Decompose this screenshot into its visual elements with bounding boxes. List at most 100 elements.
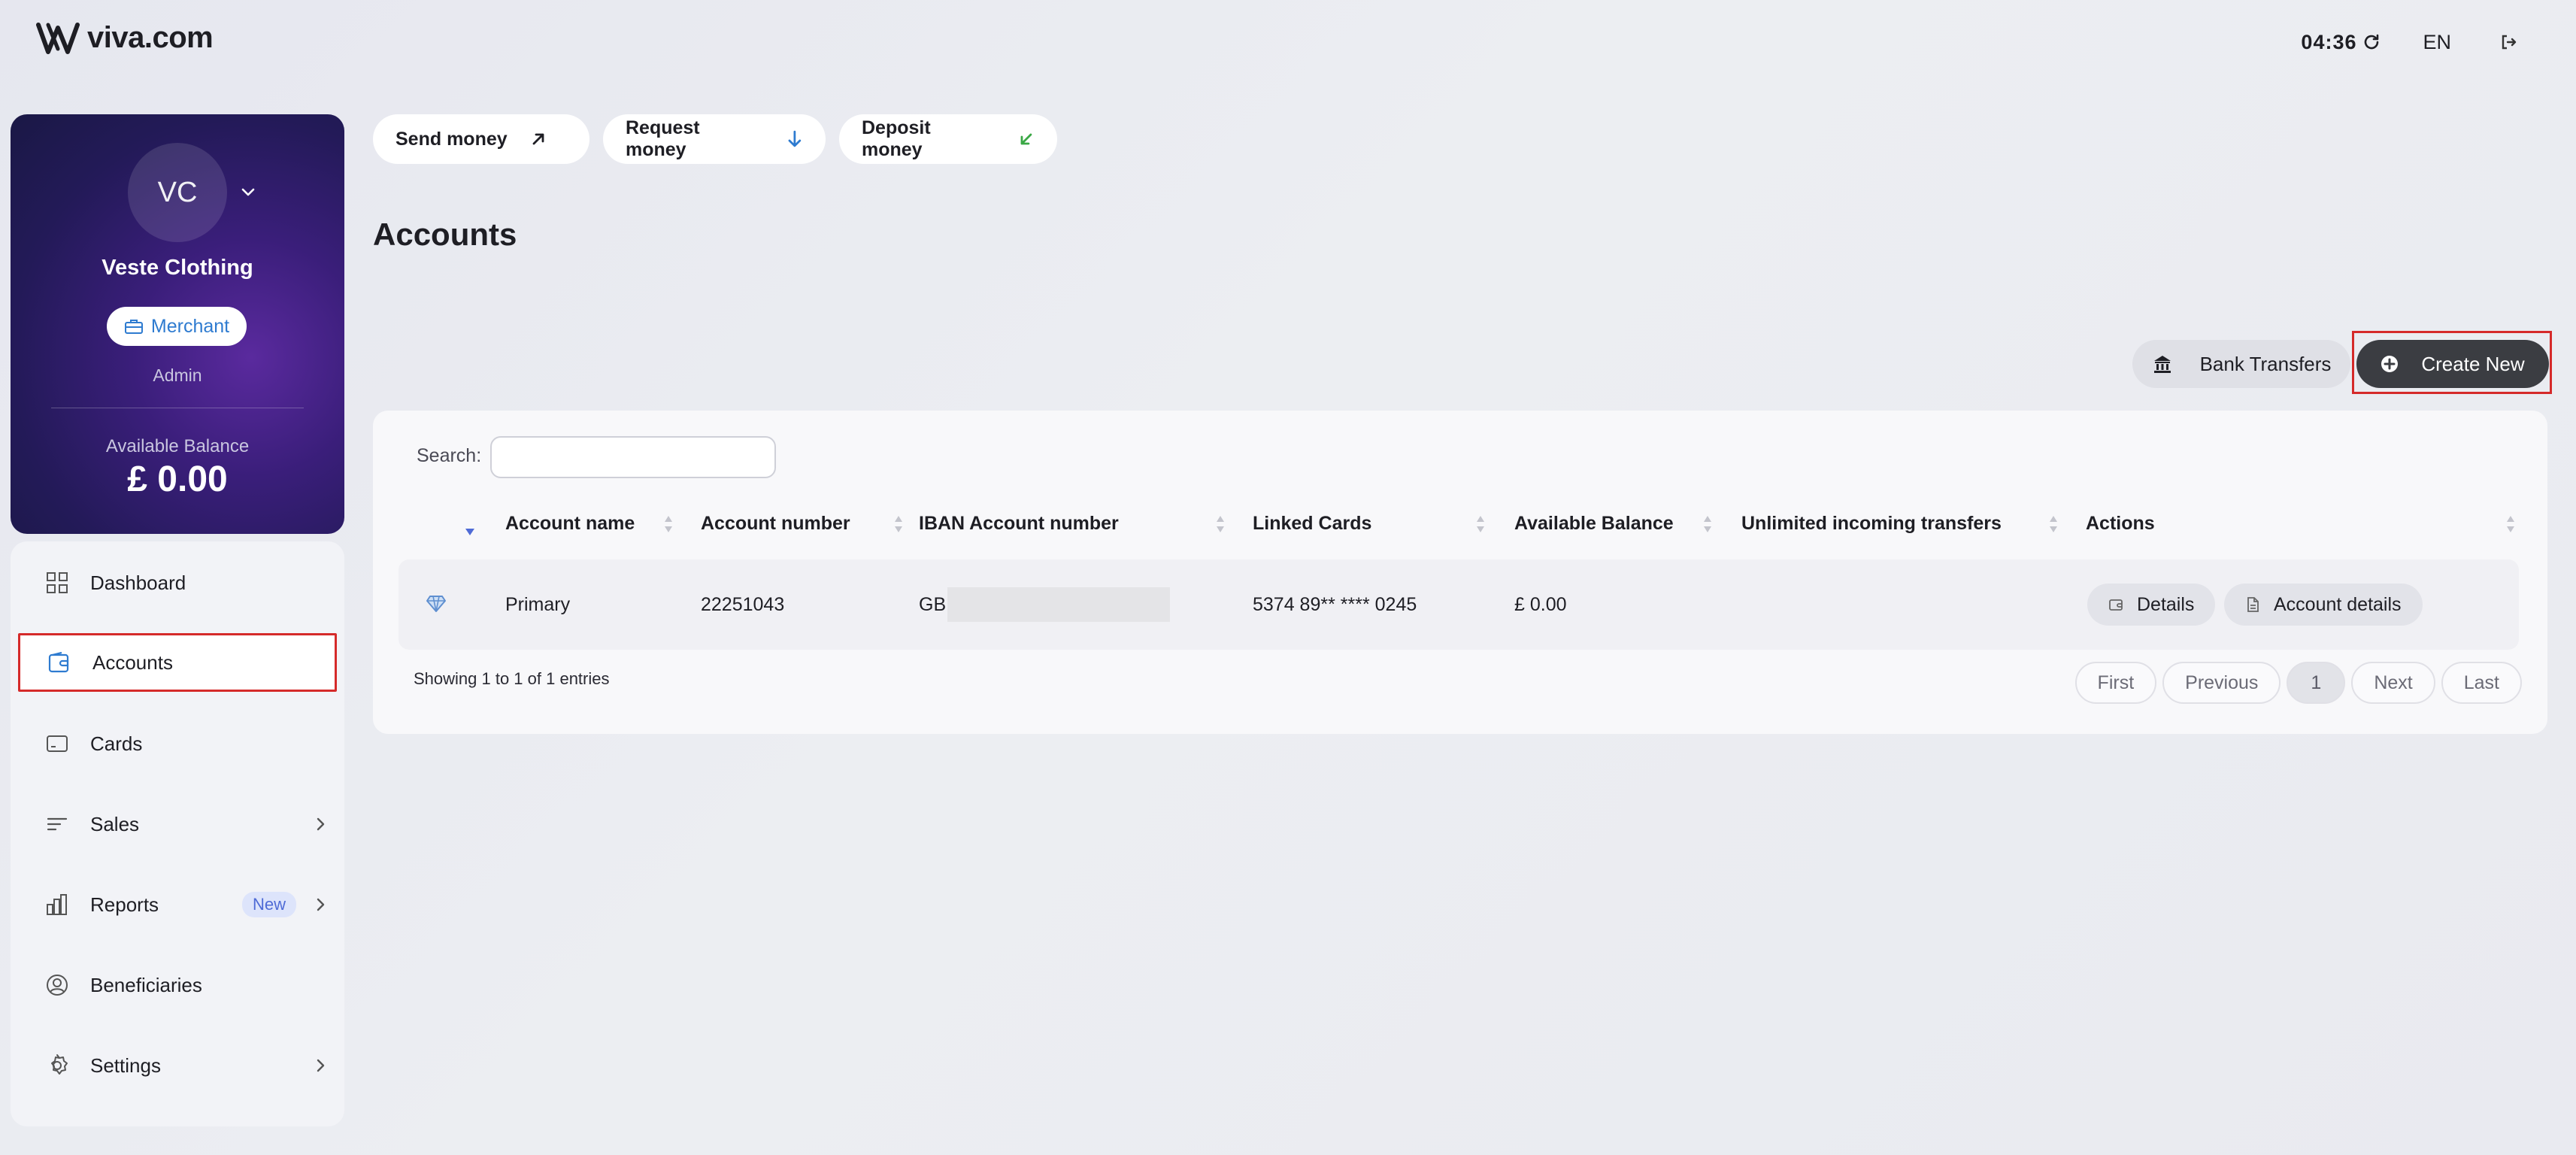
sidebar-item-label: Beneficiaries [90,973,202,996]
logout-icon [2502,35,2517,50]
sidebar-item-label: Cards [90,732,143,755]
column-header-unlimited-incoming[interactable]: Unlimited incoming transfers [1741,508,2002,538]
sidebar-item-settings[interactable]: Settings [18,1036,337,1095]
sort-icon[interactable] [893,513,904,535]
user-circle-icon [44,972,71,999]
sort-icon[interactable] [1215,513,1226,535]
gear-icon [44,1052,71,1079]
sort-icon[interactable] [1475,513,1486,535]
arrow-down-icon [788,130,802,147]
column-header-linked-cards[interactable]: Linked Cards [1253,508,1371,538]
iban-prefix: GB [919,593,947,615]
arrow-up-right-icon [532,133,544,145]
document-icon [2247,597,2259,612]
sidebar-item-sales[interactable]: Sales [18,795,337,853]
page-title: Accounts [373,217,517,252]
cell-linked-cards: 5374 89** **** 0245 [1253,593,1417,615]
search-input[interactable] [490,436,776,478]
column-header-actions: Actions [2086,512,2155,534]
cell-account-number: 22251043 [701,593,785,615]
pagination-first[interactable]: First [2074,662,2157,704]
chevron-right-icon [317,817,325,831]
iban-redacted [947,587,1171,622]
sidebar-item-label: Accounts [92,650,173,674]
wallet-icon [46,649,73,676]
chevron-right-icon [317,1059,325,1072]
balance-label: Available Balance [105,436,250,456]
refresh-icon[interactable] [2362,33,2381,51]
details-button[interactable]: Details [2087,584,2216,626]
sidebar-nav: Dashboard Accounts Cards Sales Reports N… [11,541,344,1126]
details-label: Details [2137,593,2195,615]
chevron-right-icon [317,898,325,911]
lines-icon [44,811,71,838]
pagination-current-page[interactable]: 1 [2287,662,2346,704]
search-label: Search: [417,445,482,466]
company-name: Veste Clothing [102,256,253,280]
sidebar-item-cards[interactable]: Cards [18,714,337,773]
sidebar-item-dashboard[interactable]: Dashboard [18,553,337,612]
bar-chart-icon [44,891,71,918]
entries-summary: Showing 1 to 1 of 1 entries [414,669,610,688]
sort-icon[interactable] [663,513,674,535]
cell-account-name: Primary [505,593,571,615]
create-new-label: Create New [2421,352,2525,375]
balance-value: £ 0.00 [127,459,228,499]
cell-iban: GB [919,587,1171,622]
bank-transfers-label: Bank Transfers [2199,352,2332,375]
column-header-account-name[interactable]: Account name [505,508,635,538]
sort-icon[interactable] [1702,513,1713,535]
merchant-badge: Merchant [107,307,247,346]
sidebar-item-reports[interactable]: Reports New [18,875,337,934]
deposit-money-button[interactable]: Deposit money [839,114,1057,164]
merchant-label: Merchant [150,315,230,337]
quick-actions: Send money Request money Deposit money [373,114,1057,164]
send-money-button[interactable]: Send money [373,114,589,164]
chevron-down-icon[interactable] [241,187,256,198]
account-details-label: Account details [2274,593,2402,615]
sort-desc-icon[interactable] [465,520,475,543]
bank-transfers-button[interactable]: Bank Transfers [2132,340,2350,388]
user-role: Admin [153,365,202,385]
cell-available-balance: £ 0.00 [1514,593,1567,615]
create-new-button[interactable]: Create New [2356,340,2549,388]
account-details-button[interactable]: Account details [2224,584,2423,626]
column-header-account-number[interactable]: Account number [701,508,850,538]
session-time: 04:36 [2301,30,2357,53]
avatar[interactable]: VC [128,143,227,242]
avatar-group[interactable]: VC [128,143,256,242]
sidebar-item-label: Dashboard [90,571,186,594]
pagination-next[interactable]: Next [2351,662,2435,704]
briefcase-icon [124,320,143,334]
sort-icon[interactable] [2048,513,2059,535]
sidebar-item-accounts[interactable]: Accounts [18,633,337,692]
wallet-icon [2109,599,2123,611]
brand-logo[interactable]: viva.com [36,21,214,55]
column-header-available-balance[interactable]: Available Balance [1514,508,1674,538]
pagination: First Previous 1 Next Last [2074,662,2522,704]
request-money-button[interactable]: Request money [603,114,826,164]
sort-icon[interactable] [2505,513,2516,535]
sidebar-item-beneficiaries[interactable]: Beneficiaries [18,956,337,1014]
plus-circle-icon [2381,356,2399,372]
request-money-label: Request money [626,117,700,160]
new-badge: New [241,892,296,917]
pagination-previous[interactable]: Previous [2162,662,2281,704]
language-selector[interactable]: EN [2423,31,2451,54]
accounts-table-card: Search: Account name Account number IBAN… [373,411,2547,734]
sidebar-item-label: Reports [90,893,159,916]
logo-text: viva.com [87,21,214,54]
session-timer[interactable]: 04:36 [2301,31,2381,54]
arrow-down-left-icon [1020,133,1032,145]
grid-icon [44,569,71,596]
pagination-last[interactable]: Last [2441,662,2522,704]
column-header-iban[interactable]: IBAN Account number [919,508,1119,538]
card-icon [44,730,71,757]
diamond-icon [426,596,446,612]
topbar-right: 04:36 EN [2301,27,2523,57]
deposit-money-label: Deposit money [862,117,931,160]
sidebar-item-label: Sales [90,812,140,835]
logout-button[interactable] [2493,27,2523,57]
sidebar-item-label: Settings [90,1053,161,1077]
profile-card: VC Veste Clothing Merchant Admin Availab… [11,114,344,534]
